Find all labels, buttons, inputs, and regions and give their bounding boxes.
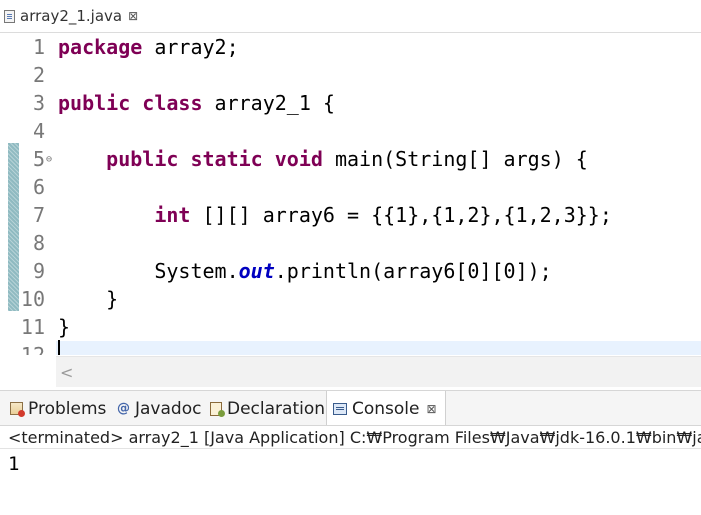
code-text: package array2; [58, 33, 239, 61]
tab-console[interactable]: Console ⊠ [326, 391, 446, 426]
code-text: System.out.println(array6[0][0]); [58, 257, 552, 285]
close-icon[interactable]: ⊠ [128, 9, 138, 23]
code-token: .println(array6[0][0]); [274, 259, 552, 283]
tab-label: Javadoc [135, 398, 202, 419]
line-number: 6 [32, 175, 45, 199]
code-token: } [58, 287, 119, 311]
code-text: public static void main(String[] args) { [58, 145, 588, 173]
code-line[interactable]: 6 [0, 173, 701, 201]
line-number: 8 [32, 231, 45, 255]
line-number: 5 [32, 147, 45, 171]
java-file-icon [4, 9, 15, 23]
line-number: 12 [20, 343, 45, 355]
line-number: 2 [32, 63, 45, 87]
tab-label: Declaration [227, 398, 326, 419]
code-token: array2; [142, 35, 239, 59]
line-number: 7 [32, 203, 45, 227]
close-icon[interactable]: ⊠ [427, 402, 437, 416]
declaration-icon [210, 401, 225, 417]
code-line[interactable]: 7 int [][] array6 = {{1},{1,2},{1,2,3}}; [0, 201, 701, 229]
code-token: main(String[] args) { [322, 147, 588, 171]
code-line[interactable]: 12 [0, 341, 701, 355]
code-text: } [58, 313, 70, 341]
line-number: 3 [32, 91, 45, 115]
keyword-token: int [154, 203, 191, 227]
field-token: out [238, 259, 275, 283]
keyword-token: package [58, 35, 143, 59]
tab-declaration[interactable]: Declaration [210, 391, 325, 426]
editor-tab-label: array2_1.java [20, 7, 123, 25]
code-line[interactable]: 3 public class array2_1 { [0, 89, 701, 117]
code-text: int [][] array6 = {{1},{1,2},{1,2,3}}; [58, 201, 612, 229]
panel-tab-bar: Problems @ Javadoc Declaration Console ⊠ [0, 390, 701, 426]
tab-label: Console [352, 398, 420, 419]
keyword-token: class [142, 91, 203, 115]
code-token: System. [58, 259, 239, 283]
problems-icon [10, 402, 25, 417]
code-token: array2_1 { [202, 91, 335, 115]
keyword-token: static [190, 147, 263, 171]
code-text: } [58, 285, 118, 313]
scroll-left-icon[interactable]: < [60, 363, 73, 382]
line-number: 1 [32, 35, 45, 59]
javadoc-icon: @ [117, 401, 130, 416]
code-token: } [58, 315, 71, 339]
code-line[interactable]: 8 [0, 229, 701, 257]
code-line[interactable]: 9 System.out.println(array6[0][0]); [0, 257, 701, 285]
keyword-token: public [58, 91, 131, 115]
code-line[interactable]: 11} [0, 313, 701, 341]
keyword-token: public [106, 147, 179, 171]
tab-problems[interactable]: Problems [10, 391, 106, 426]
text-caret [58, 340, 60, 355]
console-line: 1 [8, 453, 20, 475]
console-output[interactable]: 1 [0, 449, 701, 515]
line-number: 10 [20, 287, 45, 311]
line-number: 11 [20, 315, 45, 339]
line-number: 9 [32, 259, 45, 283]
editor-tab-bar: array2_1.java ⊠ [0, 0, 701, 33]
horizontal-scrollbar[interactable]: < [56, 356, 701, 387]
line-number: 4 [32, 119, 45, 143]
code-line[interactable]: 10 } [0, 285, 701, 313]
code-token: [][] array6 = {{1},{1,2},{1,2,3}}; [190, 203, 612, 227]
keyword-token: void [274, 147, 323, 171]
editor-tab-array2-1[interactable]: array2_1.java ⊠ [0, 0, 160, 32]
code-line[interactable]: 4 [0, 117, 701, 145]
code-line[interactable]: 5 ⊖ public static void main(String[] args… [0, 145, 701, 173]
code-text: public class array2_1 { [58, 89, 335, 117]
code-line[interactable]: 2 [0, 61, 701, 89]
tab-label: Problems [28, 398, 107, 419]
fold-collapse-icon[interactable]: ⊖ [46, 146, 52, 174]
console-status: <terminated> array2_1 [Java Application]… [0, 425, 701, 449]
code-editor[interactable]: 1 package array2; 2 3 public class array2_1 … [0, 33, 701, 355]
tab-javadoc[interactable]: @ Javadoc [117, 391, 201, 426]
code-line[interactable]: 1 package array2; [0, 33, 701, 61]
console-icon [333, 402, 347, 415]
